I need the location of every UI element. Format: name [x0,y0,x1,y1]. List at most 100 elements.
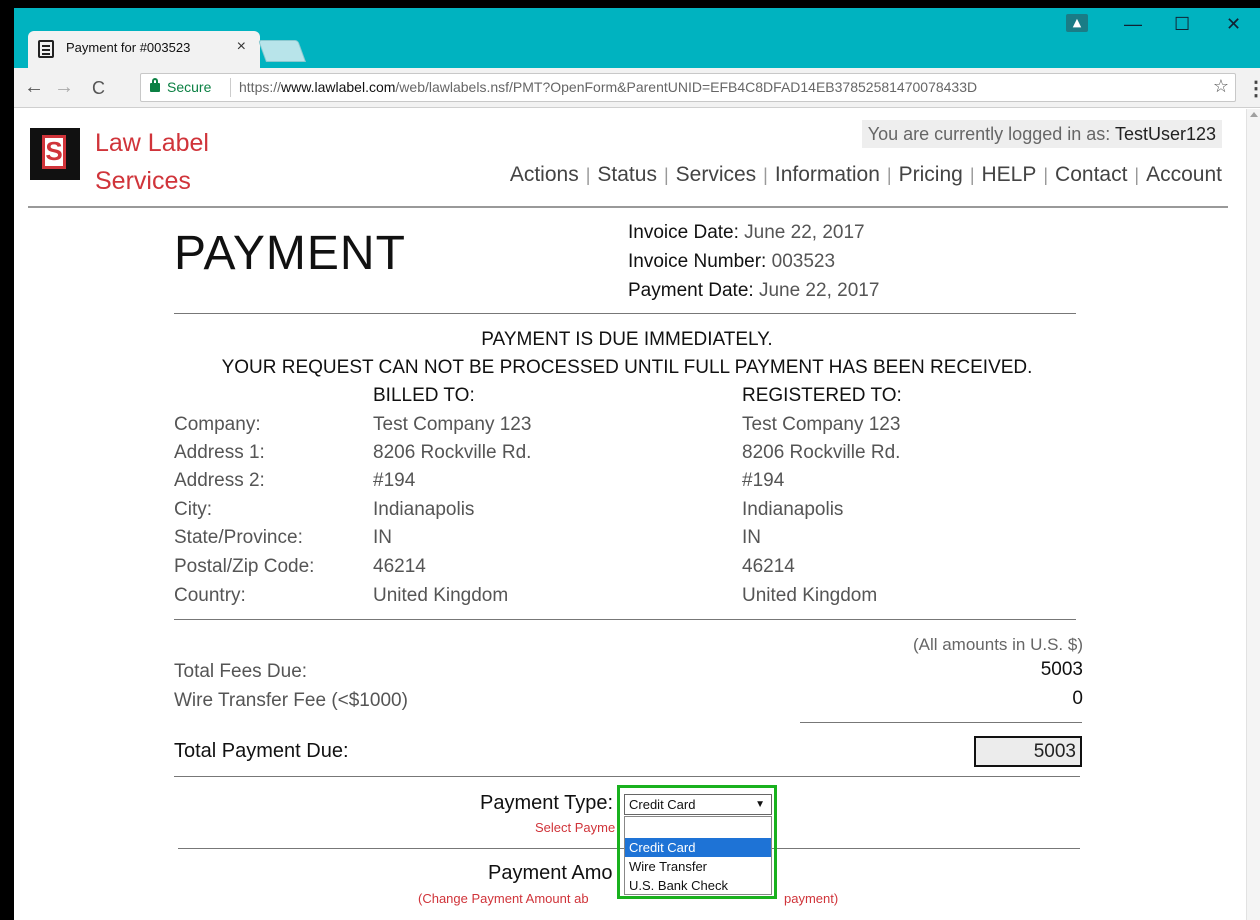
forward-arrow-icon[interactable]: → [54,76,74,99]
total-due-field: 5003 [974,736,1082,767]
nav-separator: | [663,165,669,185]
window-frame-top [0,0,1260,8]
login-prefix: You are currently logged in as: [867,124,1115,144]
payment-type-label: Payment Type: [480,792,614,814]
payment-amount-hint-left: (Change Payment Amount ab [418,891,589,906]
nav-separator: | [1134,165,1140,185]
nav-account[interactable]: Account [1146,163,1222,186]
nav-help[interactable]: HELP [982,163,1037,186]
wire-fee-value: 0 [1072,688,1083,709]
payment-date-value: June 22, 2017 [758,280,880,301]
page-title: PAYMENT [174,227,406,280]
url-scheme: https:// [239,79,282,95]
section-divider [174,776,1080,777]
registered-address1: 8206 Rockville Rd. [742,442,901,463]
url-path: /web/lawlabels.nsf/PMT?OpenForm&ParentUN… [395,79,978,95]
browser-toolbar: ← → C Secure https://www.lawlabel.com/we… [14,68,1260,108]
profile-icon[interactable]: ▲ [1066,14,1088,32]
invoice-date-label: Invoice Date: [628,222,745,243]
payment-type-hint: Select Payme [535,820,616,835]
new-tab-button[interactable] [257,40,307,62]
billed-to-heading: BILLED TO: [373,385,475,406]
reload-icon[interactable]: C [92,78,105,99]
processing-notice: YOUR REQUEST CAN NOT BE PROCESSED UNTIL … [221,357,1033,378]
option-credit-card[interactable]: Credit Card [625,838,771,857]
payment-type-dropdown: Credit Card Wire Transfer U.S. Bank Chec… [624,816,772,895]
wire-fee-label: Wire Transfer Fee (<$1000) [174,690,408,711]
registered-to-heading: REGISTERED TO: [742,385,902,406]
brand-name[interactable]: Law Label Services [95,124,209,200]
currency-note: (All amounts in U.S. $) [912,635,1083,654]
tab-title: Payment for #003523 [66,40,191,55]
tab-close-icon[interactable]: × [237,38,246,56]
nav-pricing[interactable]: Pricing [899,163,963,186]
country-label: Country: [174,585,246,606]
billed-address1: 8206 Rockville Rd. [373,442,532,463]
nav-separator: | [585,165,591,185]
lock-icon [150,78,160,92]
scroll-up-arrow-icon[interactable] [1250,112,1258,117]
billed-state: IN [373,527,392,548]
registered-postal: 46214 [742,556,795,577]
invoice-number: Invoice Number: 003523 [628,251,835,273]
site-logo[interactable]: S [30,128,80,180]
payment-type-selected: Credit Card [629,797,696,812]
url-divider [230,78,231,97]
url-host: www.lawlabel.com [281,79,396,95]
postal-label: Postal/Zip Code: [174,556,315,577]
billed-country: United Kingdom [373,585,509,606]
dropdown-arrow-icon[interactable]: ▼ [755,795,765,814]
billed-address2: #194 [373,470,416,491]
city-label: City: [174,499,212,520]
billed-city: Indianapolis [373,499,475,520]
nav-contact[interactable]: Contact [1055,163,1127,186]
payment-amount-label: Payment Amo [488,862,613,884]
total-fees-value: 5003 [1040,659,1083,680]
logo-letter: S [42,135,66,169]
address1-label: Address 1: [174,442,265,463]
brand-line-1: Law Label [95,129,209,157]
total-fees-label: Total Fees Due: [174,661,308,682]
invoice-number-value: 003523 [771,251,836,272]
bookmark-star-icon[interactable]: ☆ [1213,76,1229,97]
due-notice: PAYMENT IS DUE IMMEDIATELY. [481,329,773,350]
vertical-scrollbar[interactable] [1246,109,1260,920]
browser-tab[interactable]: Payment for #003523 × [28,31,260,68]
option-bank-check[interactable]: U.S. Bank Check [625,876,771,895]
brand-line-2: Services [95,167,191,195]
close-window-button[interactable]: ✕ [1226,14,1241,35]
nav-status[interactable]: Status [597,163,657,186]
option-wire-transfer[interactable]: Wire Transfer [625,857,771,876]
nav-information[interactable]: Information [775,163,880,186]
registered-country: United Kingdom [742,585,878,606]
registered-state: IN [742,527,761,548]
back-arrow-icon[interactable]: ← [24,76,44,99]
total-due-label: Total Payment Due: [174,740,349,762]
company-label: Company: [174,414,261,435]
payment-date-label: Payment Date: [628,280,759,301]
payment-amount-hint-right: payment) [784,891,839,906]
billed-postal: 46214 [373,556,426,577]
address2-label: Address 2: [174,470,265,491]
registered-company: Test Company 123 [742,414,901,435]
nav-separator: | [763,165,768,185]
section-divider [174,619,1076,620]
browser-menu-icon[interactable]: ⋮ [1246,76,1260,101]
registered-address2: #194 [742,470,785,491]
address-bar[interactable]: Secure https://www.lawlabel.com/web/lawl… [140,73,1236,102]
state-label: State/Province: [174,527,303,548]
registered-city: Indianapolis [742,499,844,520]
option-blank[interactable] [625,817,771,838]
invoice-date: Invoice Date: June 22, 2017 [628,222,865,244]
nav-actions[interactable]: Actions [510,163,579,186]
nav-services[interactable]: Services [676,163,757,186]
main-nav: Actions | Status | Services | Information | Pric… [510,163,1222,187]
maximize-button[interactable]: ☐ [1174,14,1190,35]
section-divider [174,313,1076,314]
payment-type-select[interactable]: Credit Card ▼ [624,794,772,815]
invoice-date-value: June 22, 2017 [744,222,865,243]
minimize-button[interactable]: — [1124,14,1142,35]
secure-label: Secure [167,79,212,95]
nav-separator: | [886,165,892,185]
header-divider [28,206,1228,208]
